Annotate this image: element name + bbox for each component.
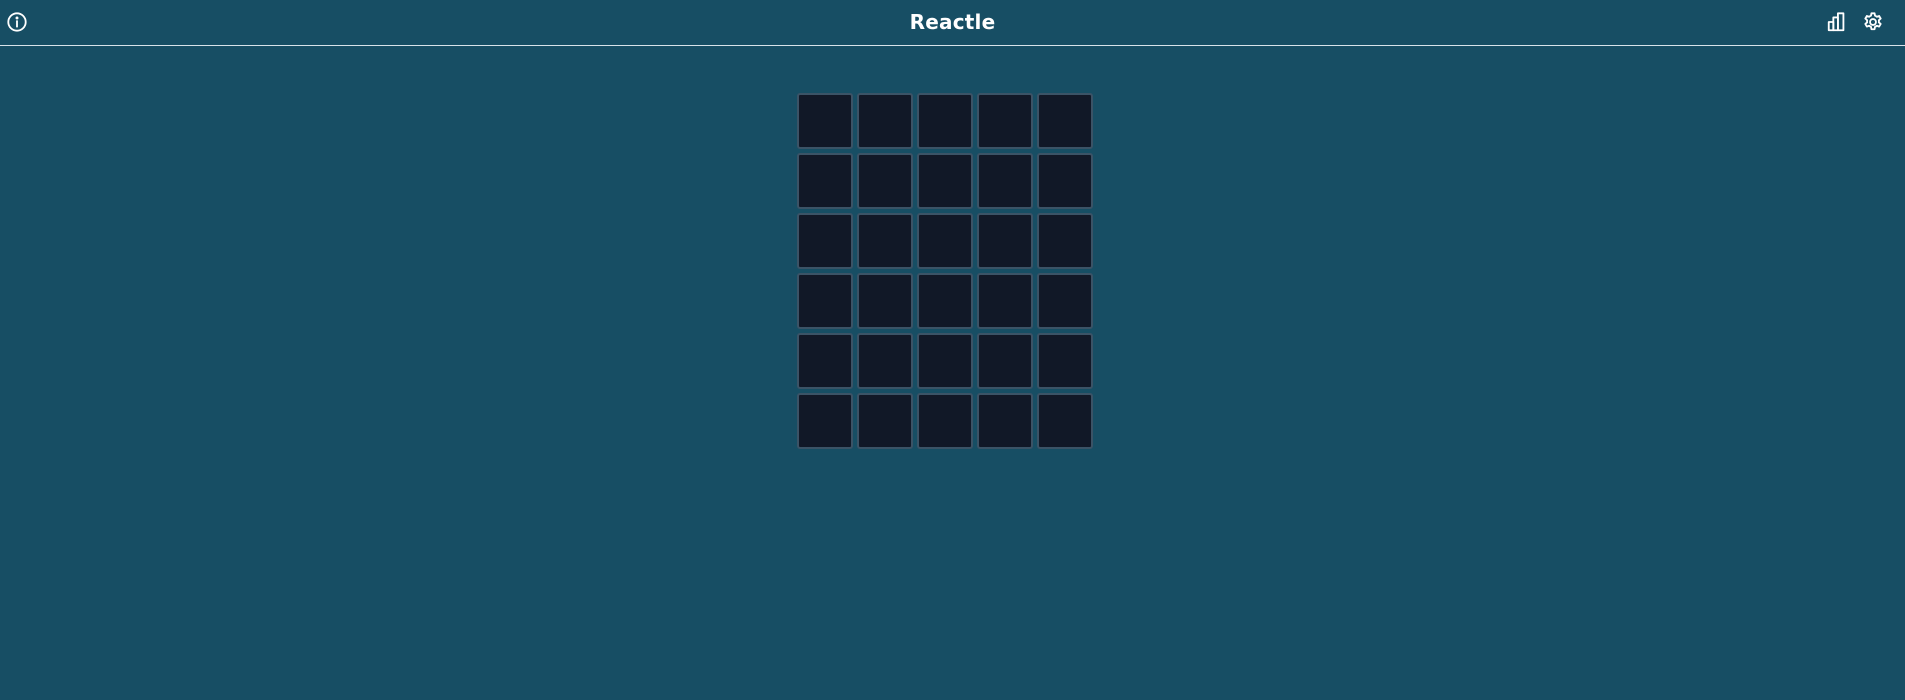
- board-tile: [857, 93, 913, 149]
- board-tile: [977, 93, 1033, 149]
- board-tile: [1037, 393, 1093, 449]
- board-tile: [977, 153, 1033, 209]
- board-tile: [1037, 153, 1093, 209]
- board-tile: [1037, 273, 1093, 329]
- board-tile: [917, 213, 973, 269]
- board-tile: [797, 333, 853, 389]
- board-tile: [1037, 333, 1093, 389]
- board-tile: [797, 273, 853, 329]
- top-bar: Reactle: [0, 0, 1905, 46]
- board-tile: [917, 393, 973, 449]
- page-title: Reactle: [909, 10, 996, 34]
- board-tile: [857, 213, 913, 269]
- board-tile: [797, 93, 853, 149]
- gear-icon[interactable]: [1861, 10, 1885, 34]
- board-tile: [1037, 213, 1093, 269]
- board-tile: [797, 153, 853, 209]
- board-tile: [857, 333, 913, 389]
- board-tile: [857, 393, 913, 449]
- board-tile: [977, 333, 1033, 389]
- board-tile: [797, 213, 853, 269]
- board-tile: [917, 273, 973, 329]
- board-tile: [857, 153, 913, 209]
- stats-icon[interactable]: [1825, 10, 1849, 34]
- board-tile: [977, 393, 1033, 449]
- board-tile: [857, 273, 913, 329]
- board-tile: [917, 153, 973, 209]
- board-tile: [977, 213, 1033, 269]
- board-tile: [1037, 93, 1093, 149]
- board-tile: [797, 393, 853, 449]
- game-board: [797, 93, 1093, 449]
- board-tile: [917, 93, 973, 149]
- board-tile: [977, 273, 1033, 329]
- board-tile: [917, 333, 973, 389]
